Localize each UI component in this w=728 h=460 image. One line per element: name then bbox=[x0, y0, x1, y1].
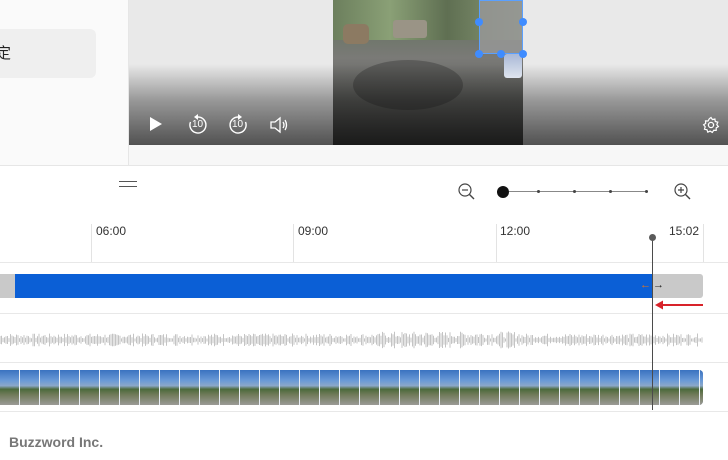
filmstrip-frame bbox=[600, 370, 620, 405]
company-watermark: Buzzword Inc. bbox=[9, 434, 104, 450]
filmstrip-frame bbox=[40, 370, 60, 405]
audio-waveform bbox=[0, 331, 703, 349]
filmstrip-frame bbox=[660, 370, 680, 405]
filmstrip-frame bbox=[0, 370, 20, 405]
zoom-out-icon bbox=[458, 183, 475, 200]
filmstrip-frame bbox=[100, 370, 120, 405]
zoom-out-button[interactable] bbox=[457, 182, 477, 207]
section-divider bbox=[0, 165, 728, 166]
rewind-10-label: 10 bbox=[192, 119, 204, 130]
video-person bbox=[504, 54, 522, 78]
blur-region[interactable] bbox=[479, 0, 523, 54]
ruler-tick bbox=[91, 224, 92, 262]
zoom-slider-tick bbox=[645, 190, 648, 193]
gear-icon bbox=[702, 116, 720, 134]
filmstrip-frame bbox=[300, 370, 320, 405]
player-footer bbox=[129, 145, 728, 165]
filmstrip-frame bbox=[500, 370, 520, 405]
playhead-knob[interactable] bbox=[649, 234, 656, 241]
filmstrip-frame bbox=[580, 370, 600, 405]
filmstrip-frame bbox=[460, 370, 480, 405]
resize-handle[interactable] bbox=[519, 18, 527, 26]
settings-option[interactable]: 定 bbox=[0, 29, 96, 78]
filmstrip-frame bbox=[640, 370, 660, 405]
zoom-slider-tick bbox=[573, 190, 576, 193]
filmstrip-frame bbox=[60, 370, 80, 405]
trim-right-arrow-icon: → bbox=[653, 279, 666, 291]
zoom-in-icon bbox=[674, 183, 691, 200]
forward-10-button[interactable]: 10 bbox=[227, 114, 249, 136]
filmstrip-frame bbox=[340, 370, 360, 405]
trimmed-clip-start[interactable] bbox=[0, 274, 15, 298]
filmstrip-frame bbox=[440, 370, 460, 405]
filmstrip-frame bbox=[540, 370, 560, 405]
resize-grip[interactable] bbox=[119, 181, 137, 190]
pointer-arrow-icon bbox=[653, 298, 705, 316]
filmstrip-frame bbox=[480, 370, 500, 405]
zoom-slider-tick bbox=[537, 190, 540, 193]
ruler-tick bbox=[496, 224, 497, 262]
filmstrip-frame bbox=[280, 370, 300, 405]
filmstrip-frame bbox=[140, 370, 160, 405]
filmstrip-frame bbox=[400, 370, 420, 405]
video-rock bbox=[343, 24, 369, 44]
filmstrip-frame bbox=[380, 370, 400, 405]
filmstrip-frame bbox=[680, 370, 700, 405]
resize-handle[interactable] bbox=[519, 50, 527, 58]
volume-button[interactable] bbox=[269, 116, 289, 134]
filmstrip-frame bbox=[700, 370, 703, 405]
ruler-tick bbox=[703, 224, 704, 262]
ruler-label: 06:00 bbox=[96, 224, 127, 238]
resize-handle[interactable] bbox=[475, 50, 483, 58]
zoom-slider-thumb[interactable] bbox=[497, 186, 509, 198]
controls-gradient bbox=[129, 64, 728, 145]
filmstrip-frame bbox=[620, 370, 640, 405]
settings-button[interactable] bbox=[702, 116, 720, 134]
play-button[interactable] bbox=[149, 116, 163, 132]
thumbnail-filmstrip[interactable] bbox=[0, 370, 703, 405]
ruler-label: 15:02 bbox=[669, 224, 700, 238]
filmstrip-frame bbox=[320, 370, 340, 405]
filmstrip-frame bbox=[240, 370, 260, 405]
rewind-10-button[interactable]: 10 bbox=[187, 114, 209, 136]
filmstrip-frame bbox=[180, 370, 200, 405]
play-icon bbox=[150, 117, 162, 131]
forward-10-label: 10 bbox=[232, 119, 244, 130]
zoom-in-button[interactable] bbox=[673, 182, 693, 207]
selected-clip[interactable] bbox=[15, 274, 652, 298]
filmstrip-frame bbox=[200, 370, 220, 405]
ruler-tick bbox=[293, 224, 294, 262]
filmstrip-frame bbox=[220, 370, 240, 405]
filmstrip-frame bbox=[260, 370, 280, 405]
volume-icon bbox=[270, 116, 288, 134]
filmstrip-frame bbox=[120, 370, 140, 405]
track-divider bbox=[0, 411, 728, 412]
filmstrip-frame bbox=[360, 370, 380, 405]
track-divider bbox=[0, 262, 728, 263]
video-player[interactable]: 10 10 bbox=[129, 0, 728, 145]
filmstrip-frame bbox=[520, 370, 540, 405]
settings-option-label: 定 bbox=[0, 45, 12, 62]
playhead[interactable] bbox=[652, 238, 653, 410]
resize-handle[interactable] bbox=[475, 18, 483, 26]
filmstrip-frame bbox=[20, 370, 40, 405]
filmstrip-frame bbox=[560, 370, 580, 405]
filmstrip-frame bbox=[160, 370, 180, 405]
zoom-slider-tick bbox=[609, 190, 612, 193]
filmstrip-frame bbox=[420, 370, 440, 405]
trim-handle[interactable]: ←→ bbox=[640, 279, 666, 291]
resize-handle[interactable] bbox=[497, 50, 505, 58]
ruler-label: 09:00 bbox=[298, 224, 329, 238]
video-rock bbox=[393, 20, 427, 38]
ruler-label: 12:00 bbox=[500, 224, 531, 238]
track-divider bbox=[0, 362, 728, 363]
settings-panel: 定 bbox=[0, 0, 128, 165]
filmstrip-frame bbox=[80, 370, 100, 405]
track-divider bbox=[0, 313, 728, 314]
